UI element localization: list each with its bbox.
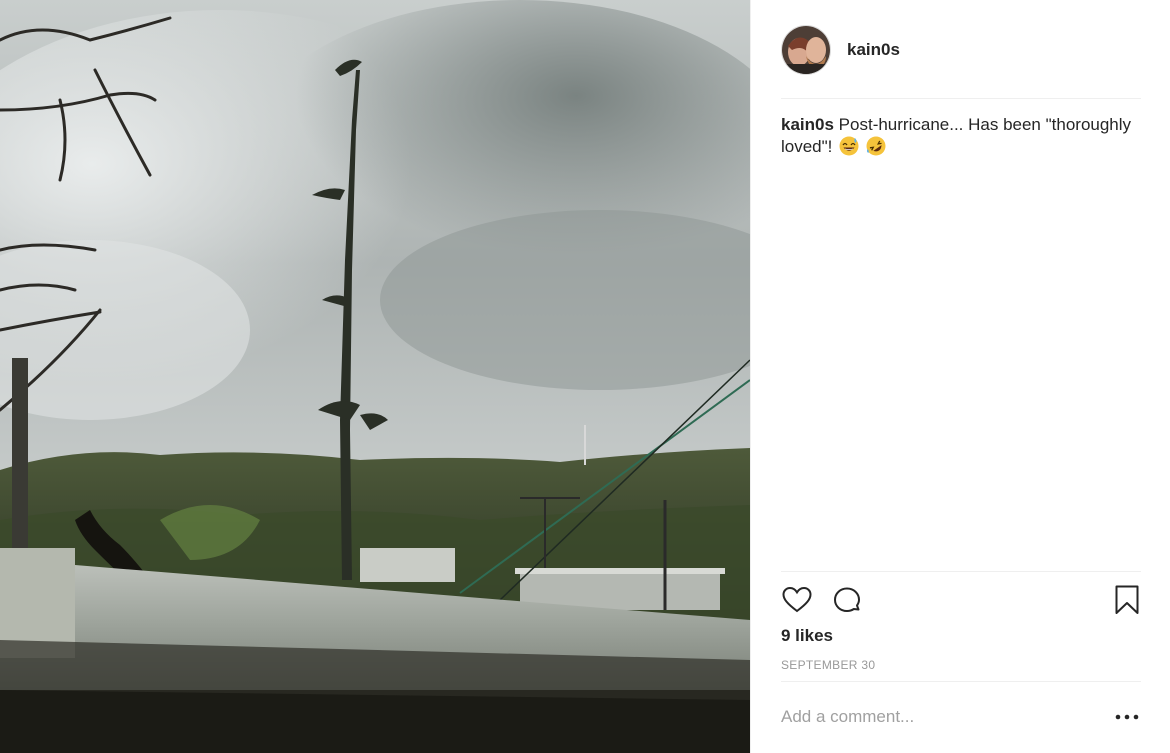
comment-icon[interactable] [831,584,863,616]
post-date[interactable]: SEPTEMBER 30 [781,658,875,672]
post-actions [781,584,1141,618]
add-comment-input[interactable] [781,704,1081,730]
comment-divider [781,681,1141,682]
actions-divider [781,571,1141,572]
grinning-sweat-emoji [839,136,859,156]
header-divider [781,98,1141,99]
post-side-panel: kain0s kain0s Post-hurricane... Has been… [750,0,1170,753]
avatar-image [782,26,830,74]
post-photo[interactable] [0,0,750,753]
author-username[interactable]: kain0s [847,40,900,60]
photo-image [0,0,750,753]
caption-text: Post-hurricane... Has been "thoroughly l… [781,115,1132,156]
rolling-laughing-emoji [866,136,886,156]
heart-icon[interactable] [781,584,813,616]
profile-photo-avatar[interactable] [781,25,831,75]
bookmark-icon[interactable] [1111,584,1143,616]
post-header: kain0s [781,24,1141,76]
likes-count[interactable]: 9 likes [781,626,833,646]
post-caption: kain0s Post-hurricane... Has been "thoro… [781,114,1143,158]
post-container: kain0s kain0s Post-hurricane... Has been… [0,0,1170,753]
caption-username[interactable]: kain0s [781,115,834,134]
more-options-icon[interactable] [1113,706,1141,728]
